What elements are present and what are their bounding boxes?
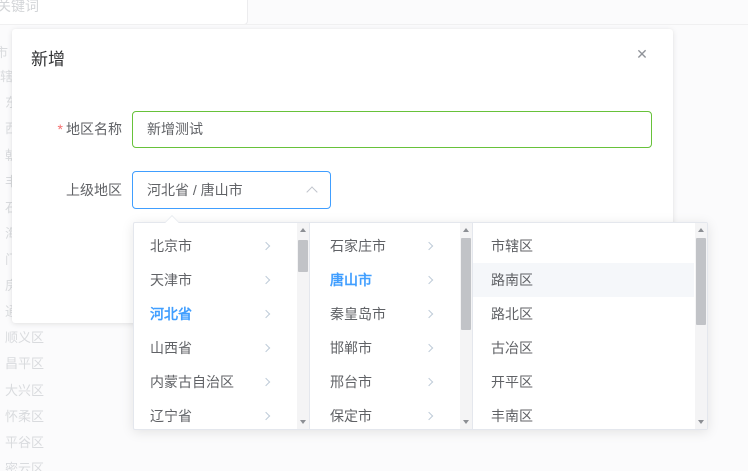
scrollbar[interactable] <box>297 223 309 429</box>
cascader-menu-provinces: 北京市 天津市 河北省 山西省 内蒙古自治区 辽宁省 <box>134 223 310 429</box>
cascader-menu-cities: 石家庄市 唐山市 秦皇岛市 邯郸市 邢台市 保定市 <box>310 223 473 429</box>
scroll-down-icon[interactable] <box>463 420 469 424</box>
scroll-down-icon[interactable] <box>300 420 306 424</box>
background-header-divider <box>0 24 748 25</box>
scrollbar-thumb[interactable] <box>461 238 471 330</box>
cascader-option[interactable]: 内蒙古自治区 <box>134 365 309 399</box>
region-name-value: 新增测试 <box>147 121 203 137</box>
chevron-right-icon <box>425 412 433 420</box>
required-asterisk: * <box>58 121 63 137</box>
chevron-right-icon <box>425 378 433 386</box>
cascader-option[interactable]: 丰南区 <box>473 399 694 433</box>
parent-region-value: 河北省 / 唐山市 <box>147 182 243 198</box>
cascader-option[interactable]: 古冶区 <box>473 331 694 365</box>
background-tree-item: 怀柔区 <box>5 407 44 427</box>
cascader-option[interactable]: 市辖区 <box>473 229 694 263</box>
dialog-close-button[interactable]: ✕ <box>632 44 652 64</box>
background-tree-item: 昌平区 <box>5 354 44 374</box>
cascader-option[interactable]: 天津市 <box>134 263 309 297</box>
background-search-placeholder: 关键词 <box>0 0 39 16</box>
scrollbar[interactable] <box>695 223 707 429</box>
dialog-title: 新增 <box>31 45 65 70</box>
cascader-option-selected[interactable]: 河北省 <box>134 297 309 331</box>
background-tree-item: 北京市 <box>0 43 8 63</box>
cascader-option[interactable]: 开平区 <box>473 365 694 399</box>
cascader-option[interactable]: 秦皇岛市 <box>310 297 472 331</box>
chevron-right-icon <box>425 344 433 352</box>
chevron-right-icon <box>262 276 270 284</box>
chevron-right-icon <box>425 276 433 284</box>
scroll-up-icon[interactable] <box>300 228 306 232</box>
scrollbar-thumb[interactable] <box>696 238 706 325</box>
background-tree-item: 顺义区 <box>5 328 44 348</box>
chevron-right-icon <box>262 344 270 352</box>
cascader-option-hovered[interactable]: 路南区 <box>473 263 694 297</box>
chevron-right-icon <box>262 310 270 318</box>
background-tree-item: 密云区 <box>5 459 44 471</box>
chevron-right-icon <box>425 310 433 318</box>
cascader-option[interactable]: 路北区 <box>473 297 694 331</box>
parent-region-select[interactable]: 河北省 / 唐山市 <box>132 171 331 209</box>
screen: 关键词 北京市 市辖区 东城区 西城区 朝阳区 丰台区 石景山区 海淀区 门头沟… <box>0 0 748 471</box>
cascader-menu-districts: 市辖区 路南区 路北区 古冶区 开平区 丰南区 <box>473 223 707 429</box>
scrollbar-thumb[interactable] <box>298 240 308 272</box>
parent-region-label: 上级地区 <box>12 171 122 209</box>
cascader-option[interactable]: 石家庄市 <box>310 229 472 263</box>
chevron-right-icon <box>262 412 270 420</box>
cascader-option[interactable]: 山西省 <box>134 331 309 365</box>
cascader-option-selected[interactable]: 唐山市 <box>310 263 472 297</box>
background-search-input: 关键词 <box>0 0 248 25</box>
cascader-option[interactable]: 辽宁省 <box>134 399 309 433</box>
background-tree-item: 大兴区 <box>5 381 44 401</box>
scrollbar[interactable] <box>460 223 472 429</box>
region-name-label: *地区名称 <box>12 111 122 148</box>
cascader-option[interactable]: 邯郸市 <box>310 331 472 365</box>
cascader-option[interactable]: 北京市 <box>134 229 309 263</box>
cascader-option[interactable]: 邢台市 <box>310 365 472 399</box>
chevron-right-icon <box>425 242 433 250</box>
close-icon: ✕ <box>636 46 648 62</box>
scroll-up-icon[interactable] <box>698 228 704 232</box>
chevron-up-icon <box>306 186 317 197</box>
scroll-down-icon[interactable] <box>698 420 704 424</box>
chevron-right-icon <box>262 378 270 386</box>
region-name-input[interactable]: 新增测试 <box>132 111 652 148</box>
cascader-option[interactable]: 保定市 <box>310 399 472 433</box>
chevron-right-icon <box>262 242 270 250</box>
background-tree-item: 平谷区 <box>5 433 44 453</box>
cascader-dropdown: 北京市 天津市 河北省 山西省 内蒙古自治区 辽宁省 石家庄市 唐山市 秦皇岛市… <box>133 222 708 430</box>
scroll-up-icon[interactable] <box>463 228 469 232</box>
